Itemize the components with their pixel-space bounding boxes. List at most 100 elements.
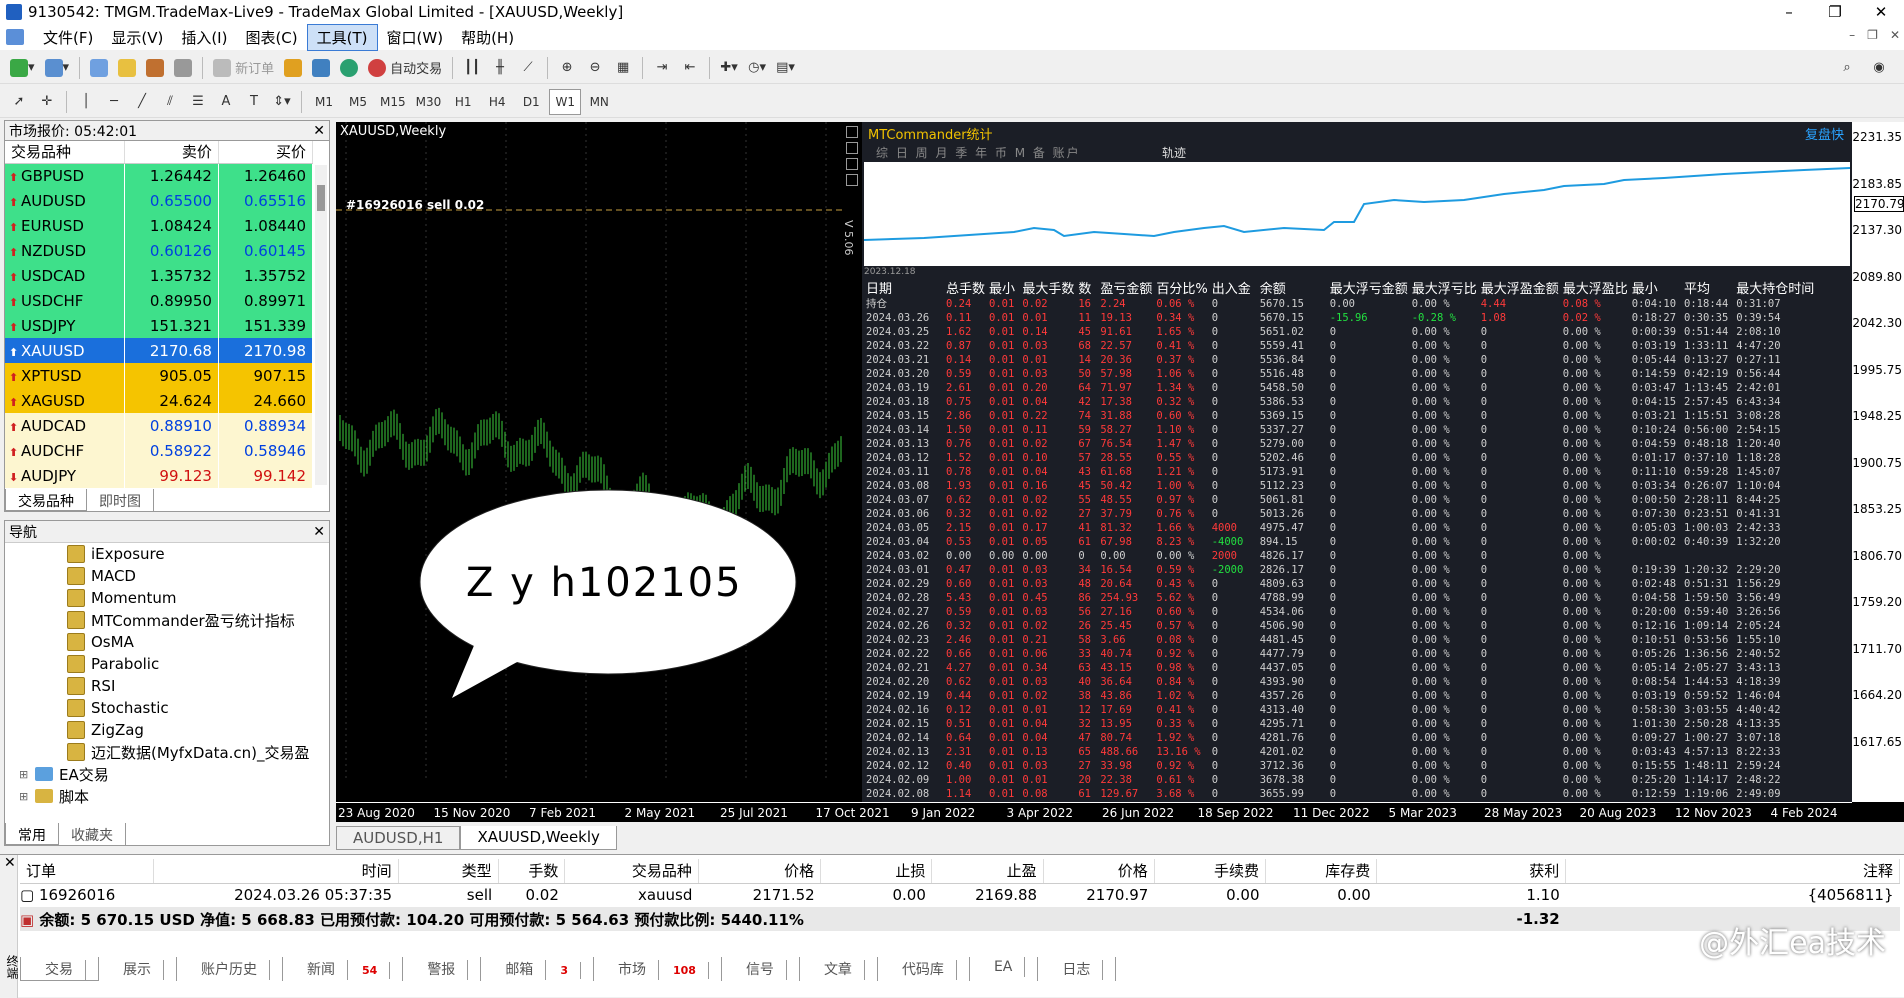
bar-chart-icon[interactable]: ┃┃	[459, 55, 485, 81]
order-col-header[interactable]: 类型	[398, 859, 499, 884]
market-row[interactable]: ⬆ XAGUSD 24.624 24.660	[5, 388, 314, 413]
order-col-header[interactable]: 止盈	[931, 859, 1044, 884]
menu-insert[interactable]: 插入(I)	[172, 25, 236, 50]
tf-m15[interactable]: M15	[376, 89, 410, 115]
order-col-header[interactable]: 注释	[1565, 859, 1900, 884]
profiles-icon[interactable]: ▾	[41, 55, 74, 81]
order-col-header[interactable]: 时间	[153, 859, 399, 884]
menu-charts[interactable]: 图表(C)	[236, 25, 306, 50]
zoom-out-icon[interactable]: ⊖	[582, 55, 608, 81]
metaeditor-icon[interactable]	[280, 55, 306, 81]
stats-header[interactable]: 盈亏金额	[1100, 278, 1156, 297]
order-col-header[interactable]: 库存费	[1265, 859, 1378, 884]
mdi-restore-icon[interactable]: ❐	[1867, 28, 1878, 42]
market-row[interactable]: ⬇ AUDJPY 99.123 99.142	[5, 463, 314, 488]
data-window-icon[interactable]	[114, 55, 140, 81]
menu-window[interactable]: 窗口(W)	[378, 25, 453, 50]
navigator-indicator[interactable]: iExposure	[9, 543, 329, 565]
navigator-icon[interactable]	[142, 55, 168, 81]
minimize-icon[interactable]: –	[1766, 0, 1812, 24]
collapse-icon[interactable]	[846, 174, 858, 186]
order-row[interactable]: ▢ 16926016 2024.03.26 05:37:35 sell 0.02 xau…	[20, 883, 1900, 907]
navigator-indicator[interactable]: 迈汇数据(MyfxData.cn)_交易盈	[9, 741, 329, 763]
navigator-indicator[interactable]: Parabolic	[9, 653, 329, 675]
market-row[interactable]: ⬆ XAUUSD 2170.68 2170.98	[5, 338, 314, 363]
stats-header[interactable]: 最大手数	[1022, 278, 1078, 297]
time-axis[interactable]: 23 Aug 2020 15 Nov 2020 7 Feb 2021 2 May 20…	[336, 802, 1852, 822]
market-icon[interactable]	[336, 55, 362, 81]
order-col-header[interactable]: 止损	[820, 859, 933, 884]
stats-header[interactable]: 出入金	[1212, 278, 1260, 297]
mtc-period-tabs[interactable]: 综 日 周 月 季 年 币 M 备 账户	[876, 144, 1081, 161]
stats-header[interactable]: 数	[1078, 278, 1100, 297]
search-icon[interactable]: ⌕	[1834, 55, 1860, 81]
menu-file[interactable]: 文件(F)	[34, 25, 102, 50]
periods-icon[interactable]: ◷▾	[744, 55, 770, 81]
mdi-minimize-icon[interactable]: –	[1849, 28, 1855, 42]
chart-shift-icon[interactable]: ⇥	[649, 55, 675, 81]
market-row[interactable]: ⬆ GBPUSD 1.26442 1.26460	[5, 163, 314, 188]
menu-tools[interactable]: 工具(T)	[306, 23, 378, 51]
vertical-line-icon[interactable]: │	[73, 89, 99, 115]
market-row[interactable]: ⬆ NZDUSD 0.60126 0.60145	[5, 238, 314, 263]
navigator-indicator[interactable]: MTCommander盈亏统计指标	[9, 609, 329, 631]
mdi-close-icon[interactable]: ✕	[1890, 28, 1900, 42]
new-order-button[interactable]: 新订单	[209, 55, 278, 81]
fibonacci-icon[interactable]: ☰	[185, 89, 211, 115]
close-icon[interactable]: ✕	[4, 855, 16, 871]
market-watch-scrollbar[interactable]	[315, 165, 327, 485]
tf-d1[interactable]: D1	[515, 89, 547, 115]
tf-mn[interactable]: MN	[583, 89, 615, 115]
menu-help[interactable]: 帮助(H)	[452, 25, 523, 50]
stats-header[interactable]: 最小	[1632, 278, 1684, 297]
stats-header[interactable]: 最大浮盈金额	[1481, 278, 1563, 297]
stats-header[interactable]: 百分比%	[1156, 278, 1211, 297]
market-row[interactable]: ⬆ EURUSD 1.08424 1.08440	[5, 213, 314, 238]
document-icon[interactable]	[6, 29, 24, 45]
stats-header[interactable]: 日期	[866, 278, 946, 297]
terminal-tab[interactable]: EA	[970, 957, 1039, 981]
cursor-icon[interactable]: ➚	[6, 89, 32, 115]
restore-icon[interactable]: ❐	[1812, 0, 1858, 24]
close-icon[interactable]: ✕	[313, 123, 325, 139]
stats-header[interactable]: 最小	[989, 278, 1022, 297]
terminal-tab[interactable]: 日志	[1038, 957, 1117, 981]
tab-audusd-h1[interactable]: AUDUSD,H1	[336, 826, 461, 850]
navigator-indicator[interactable]: Stochastic	[9, 697, 329, 719]
order-col-header[interactable]: 价格	[698, 859, 822, 884]
stats-header[interactable]: 最大浮亏比	[1412, 278, 1481, 297]
order-col-header[interactable]: 手数	[498, 859, 566, 884]
trendline-icon[interactable]: ╱	[129, 89, 155, 115]
candlestick-icon[interactable]: ╫	[487, 55, 513, 81]
price-axis[interactable]: 2231.35 2183.85 2137.30 2089.80 2042.30 1995.…	[1852, 122, 1904, 802]
market-row[interactable]: ⬆ AUDUSD 0.65500 0.65516	[5, 188, 314, 213]
chat-icon[interactable]: ◉	[1866, 55, 1892, 81]
navigator-indicator[interactable]: MACD	[9, 565, 329, 587]
stats-header[interactable]: 最大浮盈比	[1563, 278, 1632, 297]
navigator-folder[interactable]: ⊞ 脚本	[9, 785, 329, 807]
navigator-indicator[interactable]: ZigZag	[9, 719, 329, 741]
terminal-tab[interactable]: 市场 108	[594, 957, 722, 981]
equidistant-channel-icon[interactable]: ⫽	[157, 89, 183, 115]
zoom-in-icon[interactable]: ⊕	[554, 55, 580, 81]
col-symbol[interactable]: 交易品种	[5, 141, 125, 164]
menu-view[interactable]: 显示(V)	[102, 25, 172, 50]
order-col-header[interactable]: 交易品种	[564, 859, 699, 884]
market-watch-icon[interactable]	[86, 55, 112, 81]
market-row[interactable]: ⬆ AUDCHF 0.58922 0.58946	[5, 438, 314, 463]
tab-xauusd-weekly[interactable]: XAUUSD,Weekly	[460, 826, 617, 850]
col-bid[interactable]: 卖价	[124, 141, 219, 164]
terminal-tab[interactable]: 文章	[800, 957, 878, 981]
signals-icon[interactable]	[308, 55, 334, 81]
tab-common[interactable]: 常用	[5, 823, 59, 845]
terminal-tab[interactable]: 展示	[99, 957, 177, 981]
close-icon[interactable]: ✕	[313, 524, 325, 540]
tab-tick-chart[interactable]: 即时图	[87, 489, 154, 511]
market-row[interactable]: ⬆ USDCAD 1.35732 1.35752	[5, 263, 314, 288]
help-icon[interactable]	[846, 158, 858, 170]
templates-icon[interactable]: ▤▾	[772, 55, 799, 81]
indicators-icon[interactable]: ✚▾	[716, 55, 742, 81]
line-chart-icon[interactable]: ⟋	[515, 55, 541, 81]
tf-h4[interactable]: H4	[481, 89, 513, 115]
horizontal-line-icon[interactable]: ─	[101, 89, 127, 115]
